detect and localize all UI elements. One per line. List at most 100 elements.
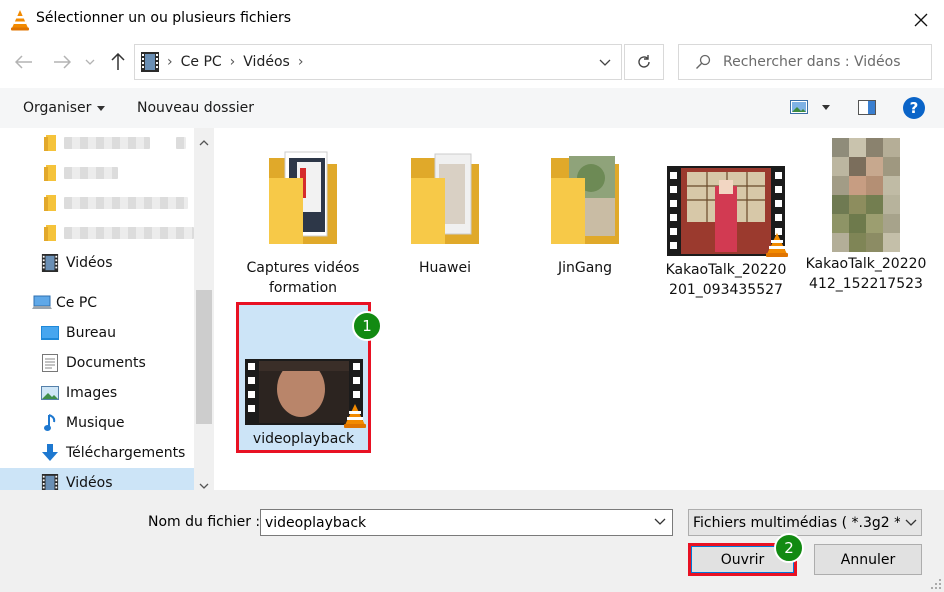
file-name-line2: 412_152217523 bbox=[809, 276, 923, 292]
sidebar-item-blurred-3[interactable] bbox=[0, 188, 194, 218]
chevron-down-icon bbox=[905, 519, 916, 526]
sidebar-item-label: Images bbox=[66, 385, 118, 401]
video-thumbnail bbox=[244, 359, 366, 428]
organize-button[interactable]: Organiser bbox=[23, 100, 106, 116]
chevron-down-icon bbox=[599, 59, 611, 66]
sidebar-item-videos-quick[interactable]: Vidéos bbox=[0, 248, 194, 278]
file-name-line1: Captures vidéos bbox=[246, 260, 360, 276]
sidebar-item-images[interactable]: Images bbox=[0, 378, 194, 408]
video-thumbnail bbox=[667, 166, 788, 257]
arrow-up-icon bbox=[111, 53, 125, 70]
close-button[interactable] bbox=[902, 6, 940, 34]
breadcrumb-videos[interactable]: Vidéos bbox=[243, 54, 290, 70]
new-folder-button[interactable]: Nouveau dossier bbox=[137, 100, 254, 116]
step-badge-2: 2 bbox=[774, 533, 804, 563]
breadcrumb-chevron-icon: › bbox=[229, 54, 236, 70]
blurred-label bbox=[64, 227, 194, 239]
sidebar-item-label: Vidéos bbox=[66, 255, 113, 271]
video-thumbnail bbox=[832, 138, 900, 252]
file-name-line1: JinGang bbox=[557, 260, 613, 276]
file-item-jingang[interactable]: JinGang bbox=[513, 148, 657, 278]
desktop-icon bbox=[41, 326, 59, 340]
sidebar-item-label: Téléchargements bbox=[66, 445, 186, 461]
file-type-dropdown[interactable] bbox=[900, 509, 922, 536]
sidebar-item-label: Bureau bbox=[66, 325, 116, 341]
caret-down-icon bbox=[822, 104, 830, 110]
folder-icon bbox=[409, 148, 481, 248]
file-item-kakaotalk-1[interactable]: KakaoTalk_20220 201_093435527 bbox=[654, 148, 798, 300]
filename-dropdown[interactable] bbox=[654, 513, 666, 529]
breadcrumb-chevron-icon: › bbox=[297, 54, 304, 70]
blurred-label bbox=[64, 137, 150, 149]
caret-down-icon bbox=[97, 105, 106, 111]
blurred-label bbox=[64, 197, 188, 209]
file-item-kakaotalk-2[interactable]: KakaoTalk_20220 412_152217523 bbox=[794, 138, 938, 294]
help-button[interactable]: ? bbox=[903, 97, 925, 119]
vlc-icon bbox=[10, 9, 30, 35]
scroll-thumb[interactable] bbox=[196, 290, 212, 424]
forward-button[interactable] bbox=[50, 50, 74, 74]
videos-icon bbox=[141, 52, 159, 72]
vlc-cone-icon bbox=[343, 404, 366, 428]
sidebar-item-label: Musique bbox=[66, 415, 125, 431]
search-input[interactable]: Rechercher dans : Vidéos bbox=[723, 54, 901, 70]
folder-icon bbox=[44, 165, 56, 181]
cancel-button[interactable]: Annuler bbox=[814, 544, 922, 575]
filename-label: Nom du fichier : bbox=[148, 514, 261, 530]
preview-pane-icon bbox=[858, 100, 876, 115]
sidebar-item-blurred-4[interactable] bbox=[0, 218, 194, 248]
file-type-value: Fichiers multimédias ( *.3g2 *.3g bbox=[693, 514, 922, 531]
folder-icon bbox=[44, 135, 56, 151]
view-options-button[interactable] bbox=[790, 100, 830, 114]
search-icon bbox=[695, 54, 711, 70]
navigation-pane[interactable]: Vidéos Ce PC Bureau Documents Images Mus… bbox=[0, 128, 214, 490]
folder-icon bbox=[267, 148, 339, 248]
sidebar-item-downloads[interactable]: Téléchargements bbox=[0, 438, 194, 468]
blurred-label bbox=[176, 137, 186, 149]
recent-dropdown[interactable] bbox=[82, 50, 98, 74]
preview-pane-button[interactable] bbox=[858, 100, 876, 119]
videos-icon bbox=[41, 474, 59, 490]
arrow-left-icon bbox=[15, 55, 32, 69]
close-icon bbox=[914, 13, 928, 27]
videos-icon bbox=[41, 254, 59, 272]
breadcrumb-this-pc[interactable]: Ce PC bbox=[181, 54, 222, 70]
address-dropdown[interactable] bbox=[588, 44, 622, 80]
images-icon bbox=[41, 386, 59, 400]
arrow-right-icon bbox=[54, 55, 71, 69]
view-icon bbox=[790, 100, 808, 114]
file-name-line1: Huawei bbox=[419, 260, 471, 276]
sidebar-item-desktop[interactable]: Bureau bbox=[0, 318, 194, 348]
sidebar-item-blurred-2[interactable] bbox=[0, 158, 194, 188]
refresh-button[interactable] bbox=[624, 44, 664, 80]
search-box[interactable]: Rechercher dans : Vidéos bbox=[678, 44, 932, 80]
folder-icon bbox=[44, 225, 56, 241]
file-type-select[interactable]: Fichiers multimédias ( *.3g2 *.3g bbox=[688, 509, 922, 536]
address-bar[interactable]: › Ce PC › Vidéos › bbox=[134, 44, 622, 80]
file-name-line2: formation bbox=[268, 280, 338, 296]
file-item-huawei[interactable]: Huawei bbox=[373, 148, 517, 278]
sidebar-item-blurred-1[interactable] bbox=[0, 128, 194, 158]
file-item-videoplayback[interactable]: videoplayback bbox=[239, 305, 368, 450]
back-button[interactable] bbox=[12, 50, 36, 74]
folder-icon bbox=[44, 195, 56, 211]
vlc-cone-icon bbox=[766, 233, 788, 257]
up-button[interactable] bbox=[106, 50, 130, 74]
sidebar-item-this-pc[interactable]: Ce PC bbox=[0, 288, 194, 318]
filename-input[interactable]: videoplayback bbox=[260, 509, 673, 536]
sidebar-item-label: Ce PC bbox=[56, 295, 98, 311]
resize-grip-icon[interactable] bbox=[930, 578, 942, 592]
breadcrumb-chevron-icon: › bbox=[167, 54, 173, 70]
blurred-label bbox=[64, 167, 118, 179]
sidebar-item-music[interactable]: Musique bbox=[0, 408, 194, 438]
pc-icon bbox=[32, 295, 52, 311]
sidebar-item-documents[interactable]: Documents bbox=[0, 348, 194, 378]
sidebar-item-videos[interactable]: Vidéos bbox=[0, 468, 194, 490]
organize-label: Organiser bbox=[23, 100, 92, 116]
file-item-captures[interactable]: Captures vidéos formation bbox=[231, 148, 375, 298]
chevron-down-icon bbox=[654, 518, 666, 525]
scroll-up-icon[interactable] bbox=[199, 134, 209, 150]
file-name-line1: videoplayback bbox=[252, 431, 355, 447]
refresh-icon bbox=[638, 55, 650, 68]
file-name-line2: 201_093435527 bbox=[669, 282, 783, 298]
